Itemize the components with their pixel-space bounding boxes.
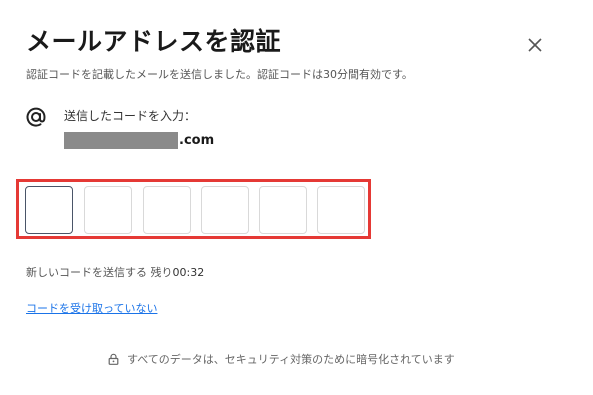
dialog-title: メールアドレスを認証 — [26, 27, 282, 56]
code-digit-3[interactable] — [143, 186, 191, 234]
email-domain: .com — [179, 132, 215, 148]
code-digit-4[interactable] — [201, 186, 249, 234]
dialog-subtitle: 認証コードを記載したメールを送信しました。認証コードは30分間有効です。 — [26, 68, 413, 81]
code-digit-6[interactable] — [317, 186, 365, 234]
code-digit-2[interactable] — [84, 186, 132, 234]
resend-remaining-label: 残り — [150, 266, 173, 279]
email-redaction — [64, 131, 178, 149]
encryption-notice-text: すべてのデータは、セキュリティ対策のために暗号化されています — [127, 353, 455, 366]
at-sign-icon — [26, 107, 46, 127]
lock-icon — [108, 353, 119, 365]
code-digit-1[interactable] — [25, 186, 73, 234]
resend-code-status: 新しいコードを送信する 残り00:32 — [26, 264, 204, 280]
resend-code-label: 新しいコードを送信する — [26, 266, 147, 279]
verify-email-dialog: メールアドレスを認証 認証コードを記載したメールを送信しました。認証コードは30… — [0, 0, 593, 395]
code-entry-prompt: 送信したコードを入力： — [64, 109, 197, 123]
code-not-received-link[interactable]: コードを受け取っていない — [26, 300, 157, 316]
encryption-notice: すべてのデータは、セキュリティ対策のために暗号化されています — [108, 351, 455, 367]
recipient-email: .com — [64, 130, 214, 150]
close-icon[interactable] — [524, 34, 546, 56]
code-digit-5[interactable] — [259, 186, 307, 234]
resend-timer: 00:32 — [172, 266, 205, 279]
